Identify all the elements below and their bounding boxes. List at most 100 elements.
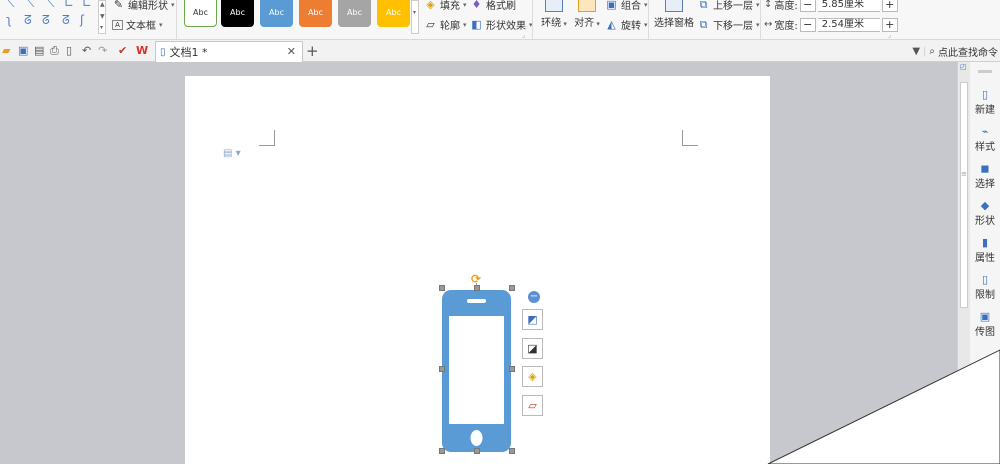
outline-float-button[interactable]: ▱ bbox=[522, 395, 543, 416]
command-search[interactable]: ▼ | ⌕ 点此查找命令 bbox=[912, 44, 998, 59]
fill-button[interactable]: ◈ 填充 ▾ bbox=[424, 0, 467, 12]
rotate-button[interactable]: ◭ 旋转 ▾ bbox=[605, 17, 648, 32]
shape-style-option[interactable]: Abc bbox=[221, 0, 254, 27]
new-icon: ▯ bbox=[981, 88, 989, 101]
vertical-scrollbar[interactable]: ◰ ≡ bbox=[957, 62, 970, 464]
scroll-down-icon[interactable]: ▼ bbox=[100, 13, 105, 20]
connector-icon[interactable]: ʃ bbox=[80, 13, 84, 27]
shape-icon: ◆ bbox=[980, 199, 990, 212]
connector-icon[interactable]: ᘔ bbox=[62, 13, 70, 28]
shape-style-option[interactable]: Abc bbox=[260, 0, 293, 27]
scroll-up-icon[interactable]: ▲ bbox=[100, 1, 105, 8]
undo-icon[interactable]: ↶ bbox=[82, 44, 91, 57]
layout-options-button[interactable]: ◩ bbox=[522, 309, 543, 330]
width-increase-button[interactable]: + bbox=[881, 17, 898, 32]
rotate-handle-icon[interactable]: ⟳ bbox=[471, 272, 481, 286]
resize-handle[interactable] bbox=[439, 285, 445, 291]
connector-icon[interactable]: ʅ bbox=[6, 13, 12, 27]
new-tab-button[interactable]: + bbox=[306, 42, 319, 60]
style-gallery-scroll[interactable]: ▾ bbox=[411, 0, 419, 34]
resize-handle[interactable] bbox=[509, 448, 515, 454]
send-backward-icon: ⧉ bbox=[699, 17, 708, 31]
format-painter-button[interactable]: ♦ 格式刷 bbox=[470, 0, 516, 12]
resize-handle[interactable] bbox=[509, 366, 515, 372]
paragraph-options-icon[interactable]: ▤ ▾ bbox=[223, 148, 241, 159]
connector-icon[interactable]: ᘔ bbox=[42, 13, 50, 28]
split-icon[interactable]: ◰ bbox=[960, 63, 967, 71]
height-control: ↕ 高度: − 5.85厘米 + bbox=[764, 0, 898, 12]
dialog-launcher-icon[interactable]: ⌟ bbox=[888, 32, 891, 39]
connector-icon[interactable]: ᘔ bbox=[24, 13, 32, 28]
dialog-launcher-icon[interactable]: ⌟ bbox=[522, 32, 525, 39]
resize-handle[interactable] bbox=[474, 448, 480, 454]
connector-icon[interactable]: ∟ bbox=[82, 0, 92, 10]
close-icon[interactable]: ✕ bbox=[287, 45, 296, 58]
align-button[interactable]: 对齐 ▾ bbox=[573, 0, 601, 29]
resize-handle[interactable] bbox=[509, 285, 515, 291]
wps-logo-icon[interactable]: W bbox=[136, 44, 148, 57]
shape-style-option[interactable]: Abc bbox=[184, 0, 217, 27]
task-panel-item-style[interactable]: ⌁ 样式 bbox=[970, 125, 1000, 153]
selection-pane-button[interactable]: 选择窗格 bbox=[652, 0, 696, 29]
connector-icon[interactable]: ∟ bbox=[64, 0, 74, 10]
outline-button[interactable]: ▱ 轮廓 ▾ bbox=[424, 17, 466, 32]
task-panel-item-select[interactable]: ◼ 选择 bbox=[970, 162, 1000, 190]
resize-handle[interactable] bbox=[474, 285, 480, 291]
height-increase-button[interactable]: + bbox=[881, 0, 898, 12]
outline-icon: ▱ bbox=[426, 18, 435, 31]
group-button[interactable]: ▣ 组合 ▾ bbox=[605, 0, 647, 12]
resize-handle[interactable] bbox=[439, 448, 445, 454]
send-backward-button[interactable]: ⧉ 下移一层 ▾ bbox=[697, 17, 760, 33]
chevron-down-icon: ▾ bbox=[463, 0, 467, 9]
resize-handle[interactable] bbox=[439, 366, 445, 372]
width-control: ↔ 宽度: − 2.54厘米 + bbox=[764, 17, 898, 32]
command-search-input[interactable]: 点此查找命令 bbox=[938, 44, 998, 59]
document-tab[interactable]: ▯ 文档1 * ✕ bbox=[155, 41, 303, 62]
expand-icon[interactable]: ▾ bbox=[100, 24, 103, 31]
connector-icon[interactable]: ⟍ bbox=[6, 0, 14, 11]
width-input[interactable]: 2.54厘米 bbox=[817, 17, 880, 32]
fill-float-button[interactable]: ◈ bbox=[522, 366, 543, 387]
connector-gallery[interactable]: ⟍ ⟍ ⟍ ∟ ∟ ʅ ᘔ ᘔ ᘔ ʃ bbox=[4, 0, 96, 36]
select-icon: ◼ bbox=[980, 162, 990, 175]
scrollbar-thumb[interactable] bbox=[960, 82, 968, 308]
paint-bucket-icon: ◈ bbox=[528, 370, 537, 383]
open-folder-icon[interactable]: ▰ bbox=[2, 44, 10, 57]
bring-forward-button[interactable]: ⧉ 上移一层 ▾ bbox=[697, 0, 760, 12]
shape-effects-button[interactable]: ◧ 形状效果 ▾ bbox=[470, 17, 532, 32]
connector-icon[interactable]: ⟍ bbox=[26, 0, 34, 11]
collapse-icon[interactable]: − bbox=[528, 291, 540, 303]
expand-icon[interactable]: ▾ bbox=[413, 9, 416, 16]
task-panel-item-restrict[interactable]: ▯ 限制 bbox=[970, 273, 1000, 301]
edit-shape-button[interactable]: ✎ 编辑形状 ▾ bbox=[112, 0, 175, 12]
divider: | bbox=[923, 46, 927, 57]
print-preview-icon[interactable]: ▯ bbox=[66, 44, 72, 57]
height-input[interactable]: 5.85厘米 bbox=[817, 0, 880, 12]
connector-icon[interactable]: ⟍ bbox=[46, 0, 54, 11]
redo-icon[interactable]: ↷ bbox=[98, 44, 107, 57]
width-decrease-button[interactable]: − bbox=[799, 17, 816, 32]
chevron-down-icon: ▾ bbox=[644, 20, 648, 29]
wrap-button[interactable]: 环绕 ▾ bbox=[540, 0, 568, 29]
height-decrease-button[interactable]: − bbox=[799, 0, 816, 12]
text-box-button[interactable]: A 文本框 ▾ bbox=[112, 17, 163, 32]
crop-mark bbox=[682, 130, 698, 146]
task-panel-item-new[interactable]: ▯ 新建 bbox=[970, 88, 1000, 116]
property-icon: ▮ bbox=[981, 236, 989, 249]
edit-shape-float-button[interactable]: ◪ bbox=[522, 338, 543, 359]
shape-style-option[interactable]: Abc bbox=[299, 0, 332, 27]
save-icon[interactable]: ▣ bbox=[18, 44, 28, 57]
shape-style-option[interactable]: Abc bbox=[377, 0, 410, 27]
shape-style-option[interactable]: Abc bbox=[338, 0, 371, 27]
phone-shape[interactable] bbox=[438, 270, 516, 464]
ribbon-toggle-icon[interactable]: ▼ bbox=[912, 46, 920, 57]
panel-handle[interactable] bbox=[978, 70, 992, 73]
task-panel-item-upload-image[interactable]: ▣ 传图 bbox=[970, 310, 1000, 338]
task-panel-item-property[interactable]: ▮ 属性 bbox=[970, 236, 1000, 264]
task-panel-item-shape[interactable]: ◆ 形状 bbox=[970, 199, 1000, 227]
print-icon[interactable]: ⎙ bbox=[50, 44, 59, 57]
customize-icon[interactable]: ✔ bbox=[118, 44, 127, 57]
gallery-scroll[interactable]: ▲ ▼ ▾ bbox=[98, 0, 106, 34]
selected-shape[interactable]: ⟳ bbox=[438, 270, 561, 464]
save-as-icon[interactable]: ▤ bbox=[34, 44, 44, 57]
